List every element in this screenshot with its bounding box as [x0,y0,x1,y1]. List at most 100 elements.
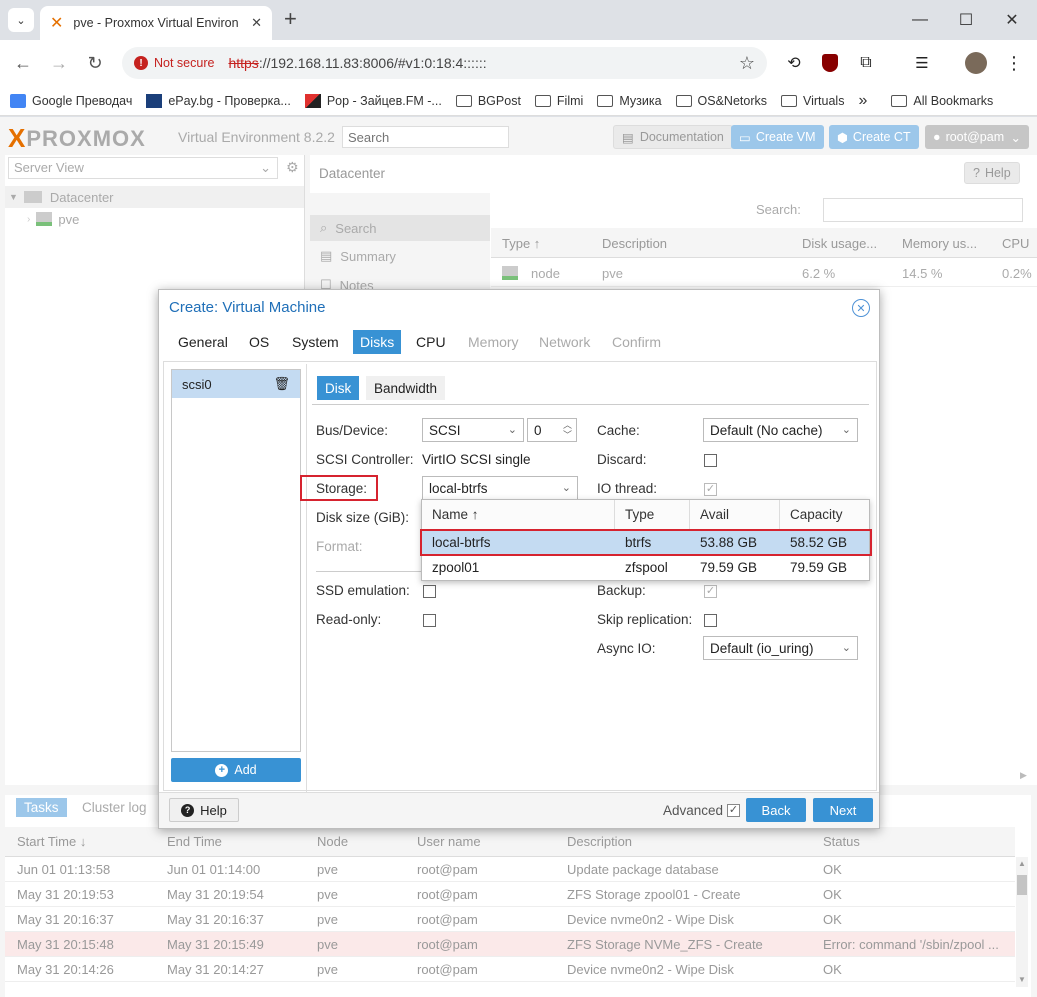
tab-confirm[interactable]: Confirm [605,330,668,354]
profile-avatar[interactable] [964,51,988,75]
reload-icon[interactable]: ↻ [80,48,110,78]
table-row[interactable]: May 31 20:15:48 May 31 20:15:49 pve root@pa… [5,932,1015,957]
table-row[interactable]: May 31 20:14:26 May 31 20:14:27 pve root@pa… [5,957,1015,982]
io-thread-checkbox[interactable]: ✓ [704,483,717,496]
scroll-down-icon[interactable]: ▼ [1018,975,1026,984]
column-name[interactable]: Name ↑ [432,507,479,522]
nav-search[interactable]: ⌕ Search [310,215,490,241]
reading-list-icon[interactable]: ☰ [910,51,934,75]
bookmark-google-translate[interactable]: Google Преводач [10,93,132,108]
tab-close-icon[interactable]: ✕ [251,15,262,31]
bookmark-folder-bgpost[interactable]: BGPost [455,94,521,108]
new-tab-button[interactable]: + [284,6,297,32]
read-only-checkbox[interactable] [423,614,436,627]
resource-row[interactable]: node pve 6.2 % 14.5 % 0.2% [491,259,1037,287]
bookmark-epay[interactable]: ePay.bg - Проверка... [146,93,291,108]
window-close-button[interactable]: ✕ [992,6,1032,34]
add-disk-button[interactable]: + Add [171,758,301,782]
scroll-thumb[interactable] [1017,875,1027,895]
subtab-bandwidth[interactable]: Bandwidth [366,376,446,400]
resource-search-input[interactable] [823,198,1023,222]
back-button[interactable]: Back [746,798,806,822]
extensions-puzzle-icon[interactable]: ⧉ [854,51,878,75]
tab-cluster-log[interactable]: Cluster log [82,800,147,815]
bookmarks-overflow-button[interactable]: » [858,92,867,110]
not-secure-label[interactable]: Not secure [154,56,214,70]
create-ct-button[interactable]: ⬢ Create CT [829,125,919,149]
back-icon[interactable]: ← [8,48,38,78]
tab-network[interactable]: Network [532,330,597,354]
expand-arrow-icon[interactable]: › [27,214,30,225]
help-button[interactable]: ? Help [169,798,239,822]
column-type[interactable]: Type [625,507,654,522]
ublock-icon[interactable] [818,51,842,75]
bookmarks-bar: Google Преводач ePay.bg - Проверка... Po… [0,86,1037,116]
maximize-button[interactable]: ☐ [946,6,986,34]
close-icon[interactable]: ✕ [852,299,870,317]
next-button[interactable]: Next [813,798,873,822]
folder-icon [534,94,551,107]
task-user: root@pam [417,962,478,977]
documentation-button[interactable]: ▤ Documentation [613,125,733,149]
bookmark-folder-os-networks[interactable]: OS&Netorks [675,94,767,108]
table-row[interactable]: Jun 01 01:13:58 Jun 01 01:14:00 pve root@pa… [5,857,1015,882]
monitor-icon: ▭ [739,130,751,145]
table-row[interactable]: May 31 20:16:37 May 31 20:16:37 pve root@pa… [5,907,1015,932]
tree-item-node[interactable]: › pve [27,209,79,229]
tab-search-button[interactable]: ⌄ [8,8,34,32]
url-text[interactable]: https://192.168.11.83:8006/#v1:0:18:4:::… [228,55,486,71]
proxmox-logo: X PROXMOX [8,123,146,153]
all-bookmarks-button[interactable]: All Bookmarks [891,94,993,108]
tasks-scrollbar[interactable]: ▲ ▼ [1016,857,1028,987]
extension-sync-icon[interactable]: ⟲ [782,51,806,75]
subtab-disk[interactable]: Disk [317,376,360,400]
list-item[interactable]: scsi0 🗑 [172,370,300,398]
tab-general[interactable]: General [171,330,235,354]
help-button[interactable]: ? Help [964,162,1020,184]
bookmark-folder-filmi[interactable]: Filmi [534,94,583,108]
address-bar[interactable]: ! Not secure https://192.168.11.83:8006/… [122,47,767,79]
tab-tasks[interactable]: Tasks [16,798,67,817]
bookmark-folder-virtuals[interactable]: Virtuals [781,94,844,108]
table-row[interactable]: zpool01 zfspool 79.59 GB 79.59 GB [422,555,869,580]
expand-arrow-icon[interactable]: ▼ [9,192,18,202]
scroll-up-icon[interactable]: ▲ [1018,859,1026,868]
spinner-arrows-icon[interactable]: ︿ ﹀ [563,420,572,440]
tab-disks[interactable]: Disks [353,330,402,354]
bookmark-radio[interactable]: Pop - Зайцев.FM -... [304,93,442,108]
header-search-input[interactable] [342,126,509,148]
table-row[interactable]: May 31 20:19:53 May 31 20:19:54 pve root@pa… [5,882,1015,907]
backup-checkbox[interactable]: ✓ [704,585,717,598]
storage-select[interactable]: local-btrfs ⌄ [422,476,578,500]
ssd-emulation-checkbox[interactable] [423,585,436,598]
minimize-button[interactable]: — [900,6,940,34]
forward-icon[interactable]: → [44,48,74,78]
column-avail[interactable]: Avail [700,507,729,522]
nav-summary[interactable]: ▤ Summary [310,243,490,269]
cache-select[interactable]: Default (No cache) ⌄ [703,418,858,442]
proxmox-favicon-icon: ✕ [50,15,64,32]
tab-cpu[interactable]: CPU [409,330,453,354]
bookmark-folder-muzika[interactable]: Музика [597,94,662,108]
server-view-select[interactable]: Server View ⌄ [8,157,278,179]
create-vm-button[interactable]: ▭ Create VM [731,125,824,149]
browser-tab[interactable]: ✕ pve - Proxmox Virtual Environment ✕ [40,6,272,40]
user-menu-button[interactable]: ● root@pam ⌄ [925,125,1029,149]
discard-checkbox[interactable] [704,454,717,467]
menu-kebab-icon[interactable]: ⋮ [1002,51,1026,75]
gear-icon[interactable]: ⚙ [286,159,299,176]
skip-replication-checkbox[interactable] [704,614,717,627]
tab-system[interactable]: System [285,330,346,354]
bookmark-star-icon[interactable]: ☆ [739,53,755,74]
bus-select[interactable]: SCSI ⌄ [422,418,524,442]
tab-memory[interactable]: Memory [461,330,526,354]
tree-item-datacenter[interactable]: ▼ Datacenter [5,186,304,208]
subtab-divider [312,404,869,405]
advanced-checkbox[interactable]: ✓ [727,804,740,817]
scrollbar-arrow-icon[interactable]: ▶ [1020,770,1027,781]
column-capacity[interactable]: Capacity [790,507,843,522]
device-index-spinner[interactable]: 0 ︿ ﹀ [527,418,577,442]
async-io-select[interactable]: Default (io_uring) ⌄ [703,636,858,660]
tab-os[interactable]: OS [242,330,276,354]
trash-icon[interactable]: 🗑 [273,376,290,392]
